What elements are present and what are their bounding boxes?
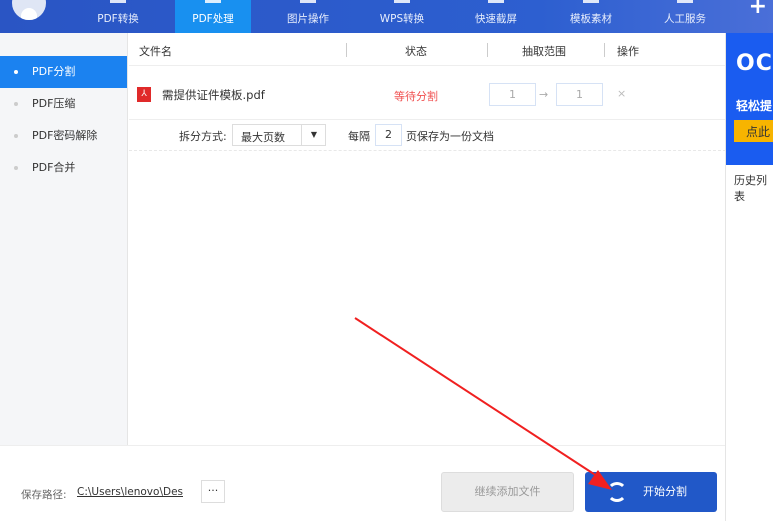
range-to-input[interactable]: 1 bbox=[556, 83, 603, 106]
add-file-button[interactable]: 继续添加文件 bbox=[441, 472, 574, 512]
pages-per-doc-input[interactable]: 2 bbox=[375, 124, 402, 146]
pdf-icon: ⅄ bbox=[137, 87, 151, 102]
split-mode-select[interactable]: 最大页数 ▼ bbox=[232, 124, 326, 146]
header-range: 抽取范围 bbox=[522, 45, 566, 58]
tab-pdf-convert[interactable]: PDF转换 bbox=[80, 0, 156, 33]
tab-icon bbox=[394, 0, 410, 3]
header-filename: 文件名 bbox=[139, 45, 172, 58]
sidebar-item-pdf-split[interactable]: PDF分割 bbox=[0, 56, 127, 88]
chevron-down-icon[interactable]: ▼ bbox=[301, 125, 326, 145]
avatar[interactable] bbox=[12, 0, 46, 20]
tab-pdf-process[interactable]: PDF处理 bbox=[175, 0, 251, 33]
top-nav: PDF转换 PDF处理 图片操作 WPS转换 快速截屏 模板素材 人工服务 + bbox=[0, 0, 773, 33]
ad-banner[interactable]: OC 轻松提 点此 bbox=[726, 33, 773, 165]
save-path-label: 保存路径: bbox=[21, 489, 67, 501]
header-ops: 操作 bbox=[617, 45, 639, 58]
tab-human-service[interactable]: 人工服务 bbox=[647, 0, 723, 33]
every-suffix: 页保存为一份文档 bbox=[406, 130, 494, 143]
tab-icon bbox=[488, 0, 504, 3]
range-from-input[interactable]: 1 bbox=[489, 83, 536, 106]
tab-wps-convert[interactable]: WPS转换 bbox=[364, 0, 440, 33]
save-path-link[interactable]: C:\Users\lenovo\Des bbox=[77, 486, 183, 498]
tab-icon bbox=[300, 0, 316, 3]
refresh-icon bbox=[607, 482, 627, 502]
sidebar-item-pdf-unlock[interactable]: PDF密码解除 bbox=[0, 120, 127, 152]
sidebar-item-pdf-merge[interactable]: PDF合并 bbox=[0, 152, 127, 184]
split-mode-value: 最大页数 bbox=[241, 131, 285, 144]
divider bbox=[604, 43, 605, 57]
browse-button[interactable]: ··· bbox=[201, 480, 225, 503]
tab-icon bbox=[677, 0, 693, 3]
tab-icon bbox=[583, 0, 599, 3]
status-text: 等待分割 bbox=[394, 90, 438, 103]
close-icon[interactable]: × bbox=[617, 87, 626, 100]
plus-icon[interactable]: + bbox=[749, 0, 767, 19]
divider bbox=[487, 43, 488, 57]
tab-screenshot[interactable]: 快速截屏 bbox=[458, 0, 534, 33]
tab-templates[interactable]: 模板素材 bbox=[553, 0, 629, 33]
every-label: 每隔 bbox=[348, 130, 370, 143]
footer: 保存路径: C:\Users\lenovo\Des ··· 继续添加文件 开始分… bbox=[0, 445, 725, 521]
start-split-button[interactable]: 开始分割 bbox=[585, 472, 717, 512]
table-header: 文件名 状态 抽取范围 操作 bbox=[129, 33, 726, 66]
start-split-label: 开始分割 bbox=[643, 485, 687, 498]
split-mode-label: 拆分方式: bbox=[179, 130, 227, 143]
divider bbox=[346, 43, 347, 57]
ad-text: 轻松提 bbox=[736, 99, 773, 113]
tab-icon bbox=[205, 0, 221, 3]
history-list-label[interactable]: 历史列表 bbox=[734, 172, 773, 204]
ad-title: OC bbox=[736, 51, 773, 76]
tab-image-ops[interactable]: 图片操作 bbox=[270, 0, 346, 33]
sidebar: PDF分割 PDF压缩 PDF密码解除 PDF合并 bbox=[0, 33, 128, 445]
header-status: 状态 bbox=[405, 45, 427, 58]
sidebar-item-pdf-compress[interactable]: PDF压缩 bbox=[0, 88, 127, 120]
tab-icon bbox=[110, 0, 126, 3]
arrow-right-icon: → bbox=[539, 88, 549, 101]
ad-button[interactable]: 点此 bbox=[734, 120, 773, 142]
table-row: ⅄ 需提供证件模板.pdf 等待分割 1 → 1 × bbox=[129, 78, 726, 114]
file-name: 需提供证件模板.pdf bbox=[162, 88, 265, 102]
split-options: 拆分方式: 最大页数 ▼ 每隔 2 页保存为一份文档 bbox=[129, 119, 726, 151]
